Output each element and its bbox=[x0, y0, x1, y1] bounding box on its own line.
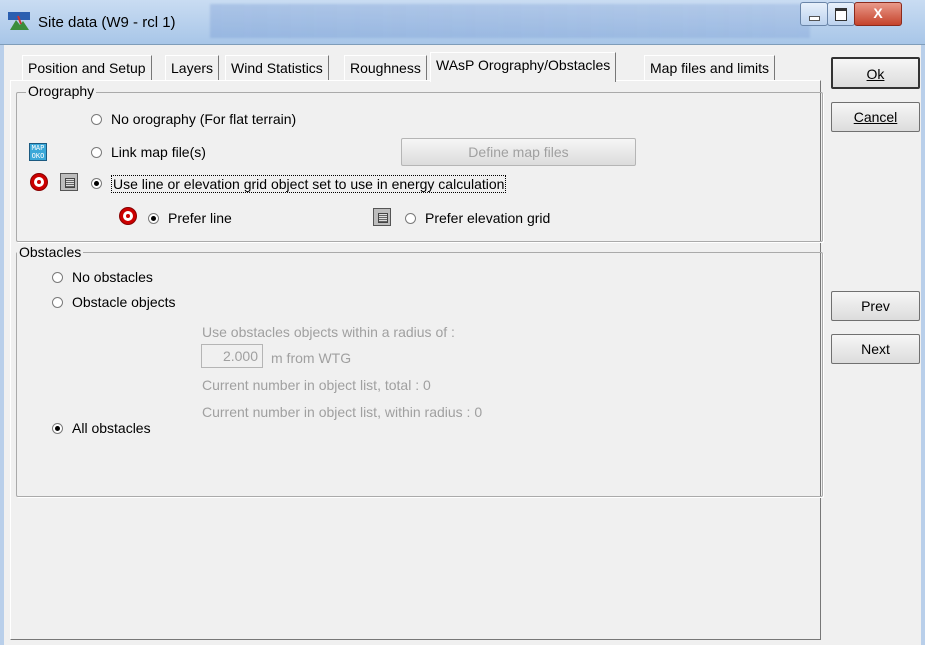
radius-unit: m from WTG bbox=[271, 350, 352, 366]
orography-legend: Orography bbox=[26, 83, 97, 99]
ok-button-label: Ok bbox=[866, 66, 885, 82]
define-map-files-button[interactable]: Define map files bbox=[401, 138, 636, 166]
no-obstacles-radio[interactable] bbox=[52, 272, 63, 283]
ok-button[interactable]: Ok bbox=[831, 57, 920, 89]
line-object-target-icon bbox=[30, 173, 48, 191]
maximize-button[interactable] bbox=[827, 2, 855, 26]
tab-roughness[interactable]: Roughness bbox=[344, 55, 427, 81]
tab-layers[interactable]: Layers bbox=[165, 55, 220, 81]
tab-map-files-and-limits[interactable]: Map files and limits bbox=[644, 55, 776, 81]
prefer-line-target-icon bbox=[119, 207, 137, 225]
tab-position-and-setup[interactable]: Position and Setup bbox=[22, 55, 152, 81]
window-title: Site data (W9 - rcl 1) bbox=[38, 14, 176, 31]
use-line-or-grid-label[interactable]: Use line or elevation grid object set to… bbox=[111, 175, 507, 193]
tab-wasp-orography-obstacles[interactable]: WAsP Orography/Obstacles bbox=[430, 52, 617, 82]
prefer-grid-radio[interactable] bbox=[405, 213, 416, 224]
count-radius-text: Current number in object list, within ra… bbox=[202, 404, 483, 420]
no-obstacles-label[interactable]: No obstacles bbox=[72, 269, 153, 285]
close-icon: X bbox=[873, 5, 883, 21]
map-file-icon: MAP OKO bbox=[29, 143, 47, 161]
tab-wind-statistics[interactable]: Wind Statistics bbox=[225, 55, 329, 81]
prefer-grid-icon bbox=[373, 208, 391, 226]
next-button[interactable]: Next bbox=[831, 334, 920, 364]
radius-prompt: Use obstacles objects within a radius of… bbox=[202, 324, 455, 340]
radius-input[interactable]: 2.000 bbox=[201, 344, 263, 368]
use-line-or-grid-radio[interactable] bbox=[91, 178, 102, 189]
app-logo-icon bbox=[8, 12, 30, 30]
obstacle-objects-radio[interactable] bbox=[52, 297, 63, 308]
all-obstacles-radio[interactable] bbox=[52, 423, 63, 434]
close-button[interactable]: X bbox=[854, 2, 902, 26]
prefer-line-label[interactable]: Prefer line bbox=[168, 210, 232, 226]
cancel-button[interactable]: Cancel bbox=[831, 102, 920, 132]
prev-button[interactable]: Prev bbox=[831, 291, 920, 321]
obstacles-group bbox=[16, 252, 823, 497]
minimize-icon bbox=[809, 16, 820, 21]
all-obstacles-label[interactable]: All obstacles bbox=[72, 420, 151, 436]
cancel-button-label: Cancel bbox=[853, 109, 898, 125]
no-orography-label[interactable]: No orography (For flat terrain) bbox=[111, 111, 296, 127]
minimize-button[interactable] bbox=[800, 2, 828, 26]
obstacle-objects-label[interactable]: Obstacle objects bbox=[72, 294, 176, 310]
link-map-radio[interactable] bbox=[91, 147, 102, 158]
no-orography-radio[interactable] bbox=[91, 114, 102, 125]
obstacles-legend: Obstacles bbox=[17, 244, 84, 260]
prefer-grid-label[interactable]: Prefer elevation grid bbox=[425, 210, 550, 226]
count-total-text: Current number in object list, total : 0 bbox=[202, 377, 431, 393]
maximize-icon bbox=[835, 8, 847, 21]
link-map-label[interactable]: Link map file(s) bbox=[111, 144, 206, 160]
elevation-grid-icon bbox=[60, 173, 78, 191]
prefer-line-radio[interactable] bbox=[148, 213, 159, 224]
